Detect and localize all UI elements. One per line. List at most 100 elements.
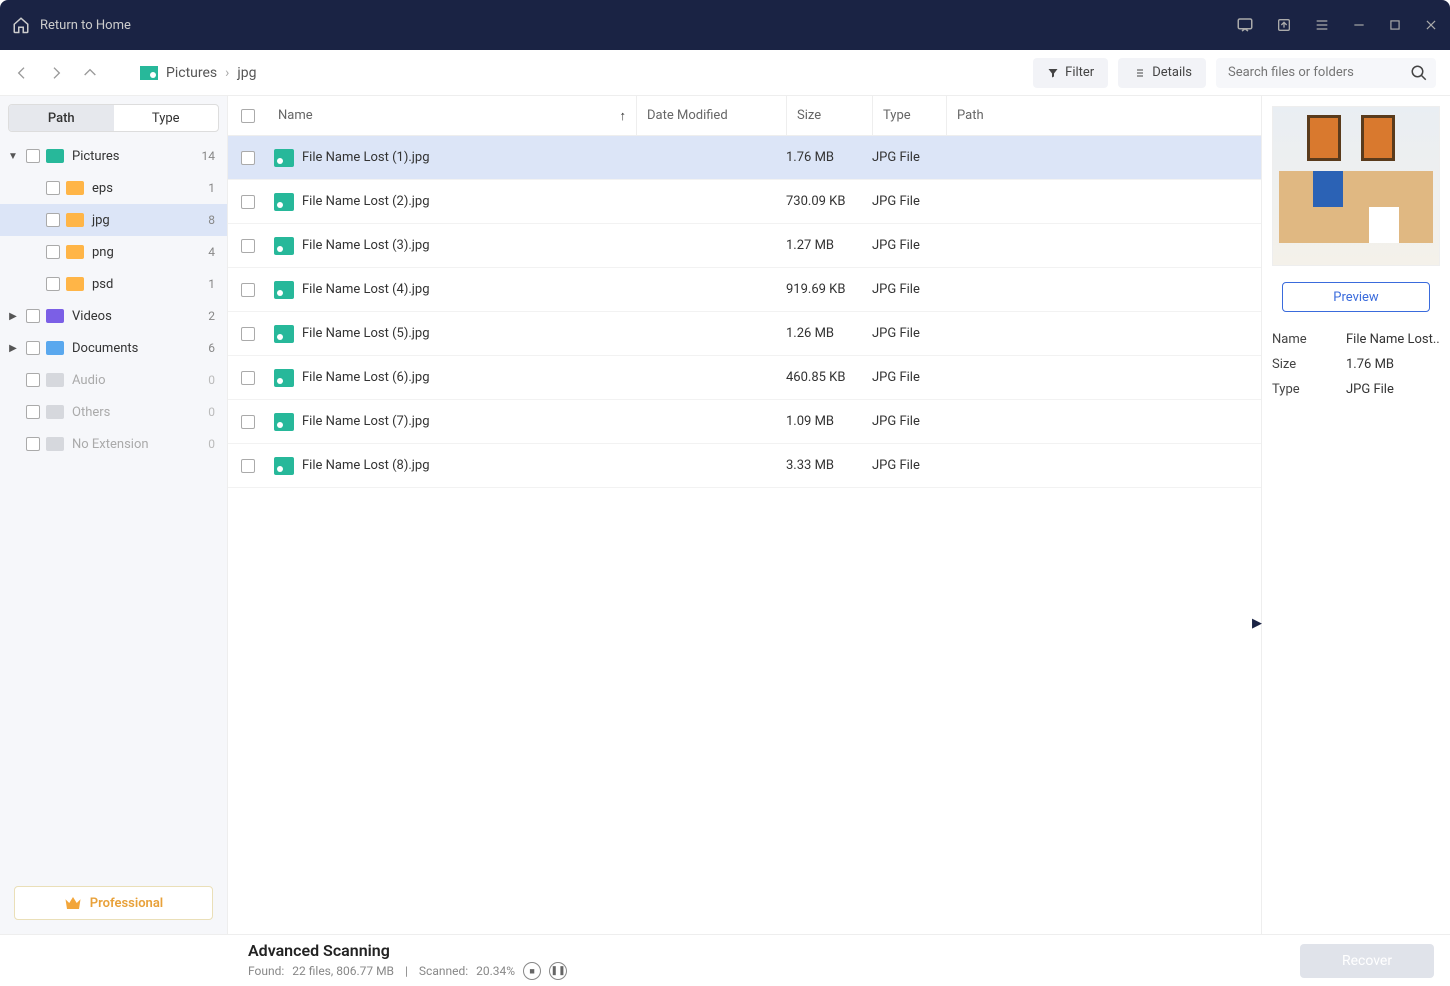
sidebar-item-jpg[interactable]: jpg8	[0, 204, 227, 236]
sidebar-item-png[interactable]: png4	[0, 236, 227, 268]
column-path[interactable]: Path	[946, 96, 1261, 135]
tree-checkbox[interactable]	[26, 149, 40, 163]
breadcrumb-item[interactable]: jpg	[237, 65, 256, 81]
back-icon[interactable]	[14, 65, 30, 81]
forward-icon[interactable]	[48, 65, 64, 81]
row-checkbox[interactable]	[228, 151, 268, 165]
tree-checkbox[interactable]	[26, 309, 40, 323]
breadcrumb-item[interactable]: Pictures	[166, 65, 217, 81]
file-row[interactable]: File Name Lost (6).jpg 460.85 KBJPG File	[228, 356, 1261, 400]
file-type: JPG File	[872, 326, 946, 341]
file-size: 919.69 KB	[786, 282, 872, 297]
filter-button[interactable]: Filter	[1033, 58, 1108, 88]
row-checkbox[interactable]	[228, 371, 268, 385]
row-checkbox[interactable]	[228, 283, 268, 297]
tree-checkbox[interactable]	[26, 405, 40, 419]
up-icon[interactable]	[82, 65, 98, 81]
return-home-button[interactable]: Return to Home	[12, 16, 131, 34]
tree-label: eps	[92, 181, 208, 196]
meta-name-key: Name	[1272, 332, 1346, 347]
row-checkbox[interactable]	[228, 327, 268, 341]
sort-asc-icon[interactable]: ↑	[620, 108, 627, 124]
file-size: 1.26 MB	[786, 326, 872, 341]
folder-icon	[46, 437, 64, 451]
file-row[interactable]: File Name Lost (4).jpg919.69 KBJPG File	[228, 268, 1261, 312]
sidebar-item-no-extension[interactable]: No Extension0	[0, 428, 227, 460]
divider: |	[402, 964, 411, 978]
tree-count: 2	[208, 309, 215, 323]
tree-checkbox[interactable]	[46, 245, 60, 259]
file-type: JPG File	[872, 282, 946, 297]
tree-checkbox[interactable]	[26, 437, 40, 451]
caret-icon: ▼	[6, 151, 20, 162]
file-row[interactable]: File Name Lost (7).jpg1.09 MBJPG File	[228, 400, 1261, 444]
minimize-icon[interactable]	[1352, 18, 1366, 32]
close-icon[interactable]	[1424, 18, 1438, 32]
file-thumb-icon	[274, 413, 294, 431]
file-name: File Name Lost (1).jpg	[302, 150, 430, 165]
meta-type-value: JPG File	[1346, 382, 1440, 397]
tree-label: jpg	[92, 213, 208, 228]
search-icon[interactable]	[1410, 64, 1428, 82]
recover-button[interactable]: Recover	[1300, 944, 1434, 978]
column-size[interactable]: Size	[786, 96, 872, 135]
row-checkbox[interactable]	[228, 415, 268, 429]
tree-checkbox[interactable]	[26, 373, 40, 387]
tree-checkbox[interactable]	[46, 181, 60, 195]
share-icon[interactable]	[1276, 17, 1292, 33]
row-checkbox[interactable]	[228, 459, 268, 473]
folder-icon	[46, 341, 64, 355]
tree-label: Others	[72, 405, 208, 420]
sidebar-item-pictures[interactable]: ▼Pictures14	[0, 140, 227, 172]
professional-button[interactable]: Professional	[14, 886, 213, 920]
folder-icon	[46, 149, 64, 163]
found-prefix: Found:	[248, 964, 284, 978]
folder-icon	[46, 405, 64, 419]
maximize-icon[interactable]	[1388, 18, 1402, 32]
file-row[interactable]: File Name Lost (8).jpg3.33 MBJPG File	[228, 444, 1261, 488]
column-type[interactable]: Type	[872, 96, 946, 135]
segment-type[interactable]: Type	[114, 105, 219, 131]
sidebar-item-eps[interactable]: eps1	[0, 172, 227, 204]
folder-icon	[66, 213, 84, 227]
column-name[interactable]: Name ↑	[268, 108, 636, 124]
meta-size-value: 1.76 MB	[1346, 357, 1440, 372]
file-size: 460.85 KB	[786, 370, 872, 385]
column-path-label: Path	[957, 108, 984, 123]
menu-icon[interactable]	[1314, 17, 1330, 33]
expand-preview-icon[interactable]: ▶	[1252, 616, 1262, 631]
column-headers: Name ↑ Date Modified Size Type Path	[228, 96, 1261, 136]
file-row[interactable]: File Name Lost (2).jpg730.09 KBJPG File	[228, 180, 1261, 224]
stop-scan-icon[interactable]: ■	[523, 962, 541, 980]
file-type: JPG File	[872, 370, 946, 385]
tree-checkbox[interactable]	[26, 341, 40, 355]
sidebar-item-others[interactable]: Others0	[0, 396, 227, 428]
file-thumb-icon	[274, 369, 294, 387]
pause-scan-icon[interactable]: ❚❚	[549, 962, 567, 980]
return-home-label: Return to Home	[40, 18, 131, 33]
tree-count: 1	[208, 277, 215, 291]
row-checkbox[interactable]	[228, 195, 268, 209]
sidebar-item-documents[interactable]: ▶Documents6	[0, 332, 227, 364]
segment-path[interactable]: Path	[9, 105, 114, 131]
file-name: File Name Lost (6).jpg	[302, 370, 430, 385]
file-row[interactable]: File Name Lost (5).jpg1.26 MBJPG File	[228, 312, 1261, 356]
row-checkbox[interactable]	[228, 239, 268, 253]
search-input[interactable]	[1216, 58, 1436, 88]
tree-checkbox[interactable]	[46, 277, 60, 291]
sidebar-item-audio[interactable]: Audio0	[0, 364, 227, 396]
sidebar-item-psd[interactable]: psd1	[0, 268, 227, 300]
column-type-label: Type	[883, 108, 911, 123]
folder-icon	[46, 373, 64, 387]
details-button[interactable]: Details	[1118, 58, 1206, 88]
sidebar-item-videos[interactable]: ▶Videos2	[0, 300, 227, 332]
file-row[interactable]: File Name Lost (3).jpg1.27 MBJPG File	[228, 224, 1261, 268]
feedback-icon[interactable]	[1236, 16, 1254, 34]
preview-button[interactable]: Preview	[1282, 282, 1430, 312]
breadcrumb: Pictures › jpg	[140, 65, 256, 81]
caret-icon: ▶	[6, 311, 20, 322]
file-row[interactable]: File Name Lost (1).jpg1.76 MBJPG File	[228, 136, 1261, 180]
column-date[interactable]: Date Modified	[636, 96, 786, 135]
select-all-checkbox[interactable]	[228, 109, 268, 123]
tree-checkbox[interactable]	[46, 213, 60, 227]
